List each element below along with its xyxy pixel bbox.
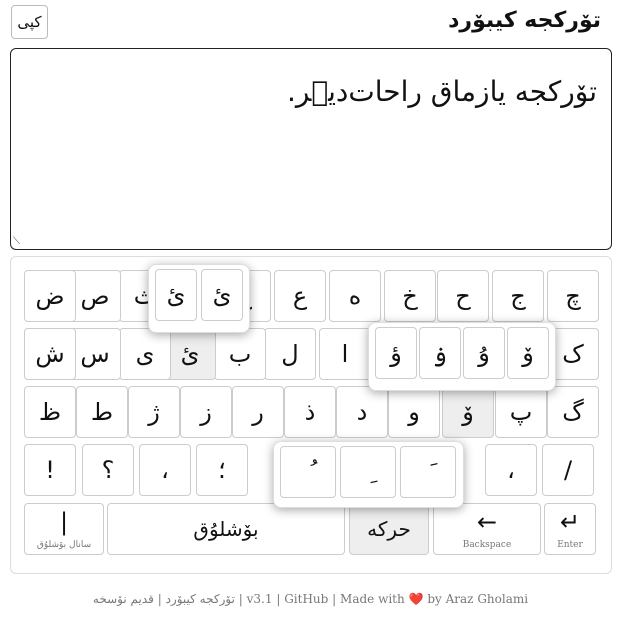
key[interactable]: ض [24, 270, 76, 322]
key[interactable]: / [542, 444, 594, 496]
key[interactable]: ص [69, 270, 121, 322]
key[interactable]: ئ [164, 328, 216, 380]
key[interactable]: ی [119, 328, 171, 380]
popup-key[interactable]: َ [400, 446, 456, 498]
popup-vav: ۆ ۇ ۏ ؤ [368, 322, 556, 391]
key[interactable]: د [336, 386, 388, 438]
text-editor[interactable]: تۆرکجه یازماق راحات‌دیٛر. ⟋ [10, 48, 612, 250]
key[interactable]: ج [492, 270, 544, 322]
enter-icon: ↵ [559, 508, 581, 536]
key[interactable]: ؛ [196, 444, 248, 496]
zero-width-space-key[interactable]: | سانال بۆشلوُق [24, 503, 104, 555]
space-key[interactable]: بۆشلوُق [107, 503, 345, 555]
version-text: v3.1 [246, 592, 273, 606]
popup-key[interactable]: ۇ [463, 327, 505, 379]
popup-harakat: َ ِ ُ [273, 441, 464, 508]
copy-button[interactable]: کپی [11, 5, 48, 39]
key[interactable]: گ [547, 386, 599, 438]
zwnj-icon: | [59, 508, 69, 536]
page-title: تۆرکجه کیبۆرد [448, 8, 601, 33]
key[interactable]: خ [384, 270, 436, 322]
backspace-icon: ← [476, 508, 498, 536]
popup-key[interactable]: ُ [280, 446, 336, 498]
heart-icon: ❤️ [408, 592, 424, 606]
key[interactable]: ، [485, 444, 537, 496]
key[interactable]: ؟ [82, 444, 134, 496]
key[interactable]: ! [24, 444, 76, 496]
popup-key[interactable]: ئ [155, 269, 197, 321]
key[interactable]: ح [437, 270, 489, 322]
resize-handle-icon[interactable]: ⟋ [13, 236, 20, 247]
harakat-key[interactable]: حرکه [349, 503, 429, 555]
old-version-link[interactable]: قدیم نۆسخه [93, 592, 154, 606]
key[interactable]: ش [24, 328, 76, 380]
key[interactable]: ذ [284, 386, 336, 438]
popup-key[interactable]: ِ [340, 446, 396, 498]
footer-title-link[interactable]: تۆرکجه کیبۆرد [166, 592, 235, 606]
key[interactable]: ز [180, 386, 232, 438]
keyboard: چ ج ح خ ه ع غ ث ص ض ک ا ل ب ئ ی س ش گ پ … [10, 256, 612, 574]
key[interactable]: ژ [128, 386, 180, 438]
key[interactable]: چ [547, 270, 599, 322]
key[interactable]: ۆ [442, 386, 494, 438]
backspace-key[interactable]: ← Backspace [433, 503, 541, 555]
key[interactable]: و [388, 386, 440, 438]
key[interactable]: ا [319, 328, 371, 380]
key[interactable]: س [69, 328, 121, 380]
key[interactable]: ب [214, 328, 266, 380]
popup-key[interactable]: ۏ [419, 327, 461, 379]
enter-key[interactable]: ↵ Enter [544, 503, 596, 555]
key[interactable]: ع [274, 270, 326, 322]
key[interactable]: ط [76, 386, 128, 438]
popup-key[interactable]: ئ [201, 269, 243, 321]
github-link[interactable]: GitHub [284, 592, 328, 606]
key[interactable]: ل [264, 328, 316, 380]
popup-key[interactable]: ۆ [507, 327, 549, 379]
key[interactable]: ، [139, 444, 191, 496]
key[interactable]: پ [495, 386, 547, 438]
key[interactable]: ر [232, 386, 284, 438]
editor-text: تۆرکجه یازماق راحات‌دیٛر. [286, 75, 597, 108]
footer: تۆرکجه کیبۆرد | قدیم نۆسخه | v3.1 | GitH… [92, 592, 529, 606]
popup-hamza: ئ ئ [148, 264, 250, 333]
popup-key[interactable]: ؤ [375, 327, 417, 379]
key[interactable]: ظ [24, 386, 76, 438]
key[interactable]: ه [329, 270, 381, 322]
